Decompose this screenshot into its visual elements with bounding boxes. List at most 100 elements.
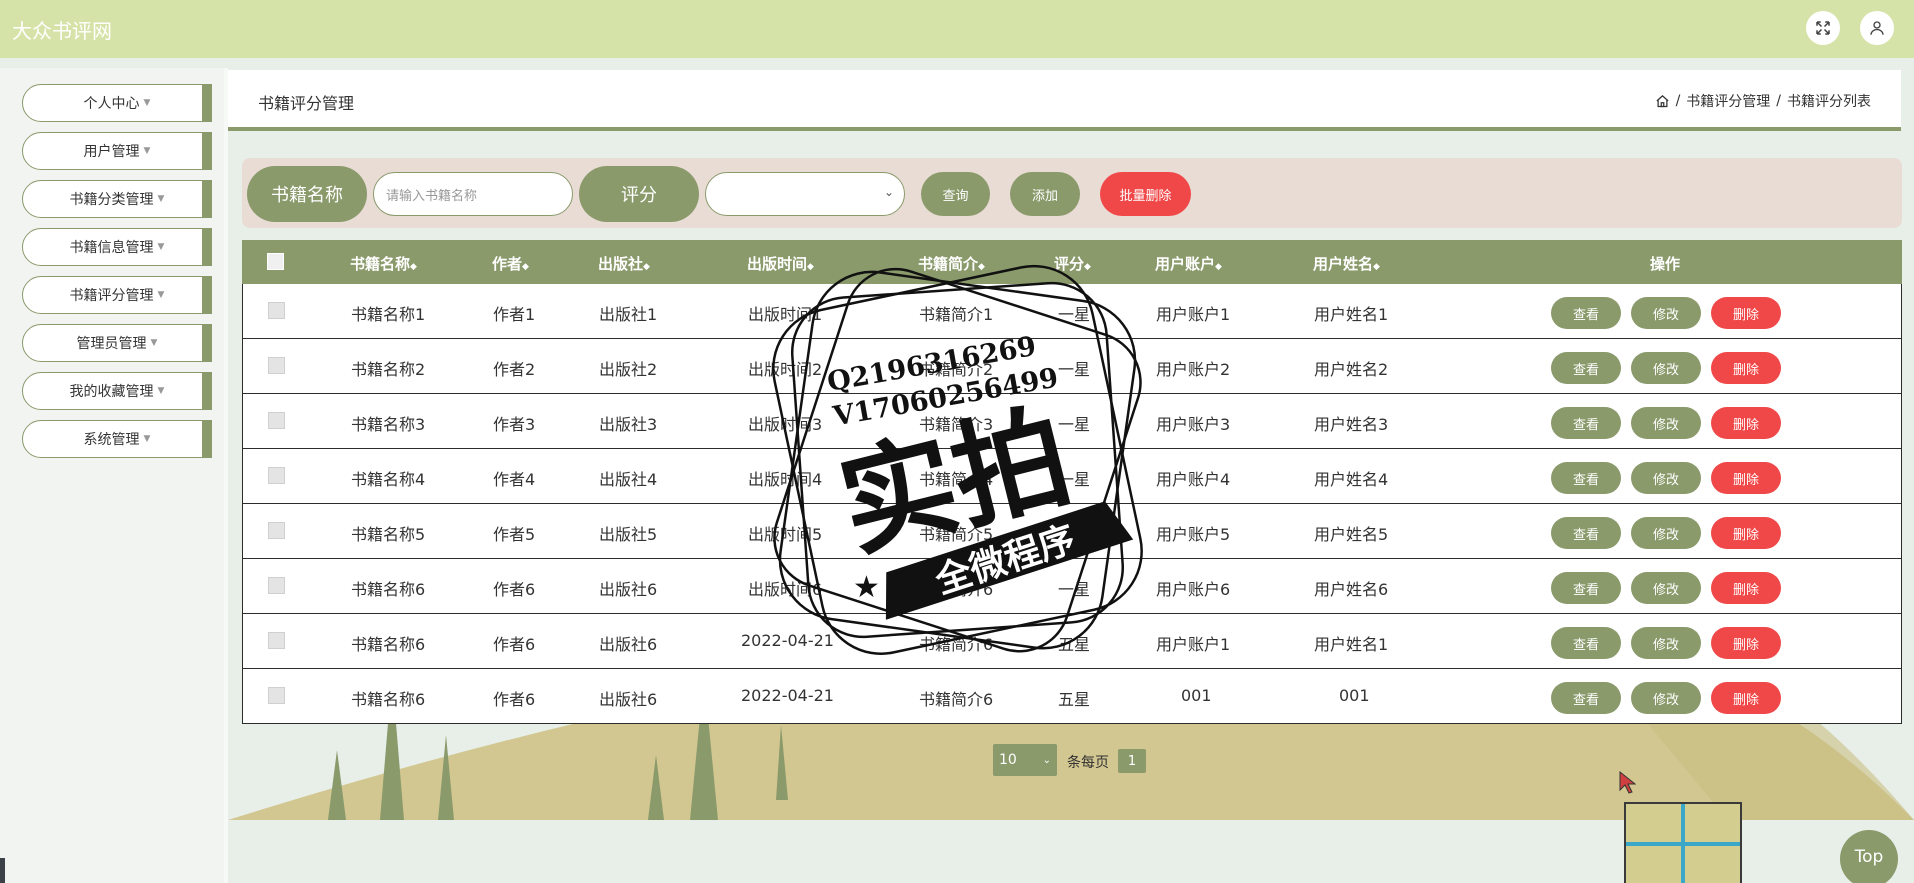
breadcrumb-separator: / [1776,93,1781,109]
breadcrumb-separator: / [1675,93,1681,109]
edit-button[interactable]: 修改 [1631,517,1701,549]
cell-book-name: 书籍名称2 [351,360,426,379]
edit-button[interactable]: 修改 [1631,297,1701,329]
row-checkbox[interactable] [268,632,285,649]
view-button[interactable]: 查看 [1551,517,1621,549]
delete-button[interactable]: 删除 [1711,572,1781,604]
table-row: 书籍名称4 作者4 出版社4 出版时间4 书籍简介4 一星 用户账户4 用户姓名4 查看 修改 删除 [242,449,1902,504]
cell-publish-time: 2022-04-21 [741,631,834,650]
back-to-top-button[interactable]: Top [1840,830,1898,883]
sidebar-item-personal-center[interactable]: 个人中心 ▼ [22,84,212,122]
book-name-input[interactable]: 请输入书籍名称 [373,172,573,216]
row-checkbox[interactable] [268,522,285,539]
sidebar-item-book-category[interactable]: 书籍分类管理 ▼ [22,180,212,218]
cell-publisher: 出版社5 [599,525,658,544]
cell-score: 一星 [1058,415,1091,434]
cell-account: 用户账户1 [1156,635,1231,654]
batch-delete-button[interactable]: 批量删除 [1100,172,1191,216]
cell-account: 001 [1181,686,1212,705]
cell-publisher: 出版社3 [599,415,658,434]
cell-intro: 书籍简介6 [919,635,994,654]
cell-score: 五星 [1058,690,1091,709]
edit-button[interactable]: 修改 [1631,682,1701,714]
column-header[interactable]: 用户账户◆ [1155,253,1222,274]
column-header[interactable]: 作者◆ [492,253,529,274]
table-row: 书籍名称6 作者6 出版社6 出版时间6 书籍简介6 一星 用户账户6 用户姓名6 查看 修改 删除 [242,559,1902,614]
delete-button[interactable]: 删除 [1711,407,1781,439]
sidebar-item-user-management[interactable]: 用户管理 ▼ [22,132,212,170]
sidebar-item-book-info[interactable]: 书籍信息管理 ▼ [22,228,212,266]
user-icon[interactable] [1860,11,1894,45]
delete-button[interactable]: 删除 [1711,352,1781,384]
sort-icon: ◆ [643,262,650,272]
row-checkbox[interactable] [268,687,285,704]
edit-button[interactable]: 修改 [1631,627,1701,659]
row-checkbox[interactable] [268,467,285,484]
cell-score: 一星 [1058,360,1091,379]
add-button[interactable]: 添加 [1010,172,1080,216]
delete-button[interactable]: 删除 [1711,627,1781,659]
column-header[interactable]: 用户姓名◆ [1313,253,1380,274]
view-button[interactable]: 查看 [1551,297,1621,329]
view-button[interactable]: 查看 [1551,352,1621,384]
select-all-checkbox[interactable] [267,253,284,270]
cell-book-name: 书籍名称6 [351,690,426,709]
page-size-select[interactable]: 10 ⌄ [993,744,1057,776]
app-title: 大众书评网 [12,19,112,43]
row-checkbox[interactable] [268,412,285,429]
view-button[interactable]: 查看 [1551,407,1621,439]
edit-button[interactable]: 修改 [1631,462,1701,494]
column-header[interactable]: 书籍简介◆ [918,253,985,274]
cell-account: 用户账户5 [1156,525,1231,544]
scroll-edge [0,858,5,883]
cell-book-name: 书籍名称3 [351,415,426,434]
cell-username: 用户姓名2 [1314,360,1389,379]
view-button[interactable]: 查看 [1551,682,1621,714]
column-header[interactable]: 评分◆ [1054,253,1091,274]
edit-button[interactable]: 修改 [1631,352,1701,384]
table-body: 书籍名称1 作者1 出版社1 出版时间1 书籍简介1 一星 用户账户1 用户姓名1 查看 修改 删除… [242,284,1902,724]
row-checkbox[interactable] [268,577,285,594]
cell-book-name: 书籍名称6 [351,635,426,654]
cell-book-name: 书籍名称4 [351,470,426,489]
column-header[interactable]: 出版社◆ [598,253,650,274]
delete-button[interactable]: 删除 [1711,682,1781,714]
sort-icon: ◆ [1215,262,1222,272]
view-button[interactable]: 查看 [1551,462,1621,494]
sidebar-item-admin[interactable]: 管理员管理 ▼ [22,324,212,362]
sidebar-item-book-rating[interactable]: 书籍评分管理 ▼ [22,276,212,314]
chevron-down-icon: ▼ [150,338,158,348]
edit-button[interactable]: 修改 [1631,572,1701,604]
cell-score: 一星 [1058,580,1091,599]
breadcrumb-item[interactable]: 书籍评分管理 [1686,91,1770,111]
edit-button[interactable]: 修改 [1631,407,1701,439]
view-button[interactable]: 查看 [1551,627,1621,659]
query-button[interactable]: 查询 [921,172,990,216]
home-icon[interactable] [1655,94,1670,109]
column-header[interactable]: 出版时间◆ [747,253,814,274]
delete-button[interactable]: 删除 [1711,297,1781,329]
row-checkbox[interactable] [268,302,285,319]
cell-author: 作者6 [493,580,536,599]
sidebar-item-label: 个人中心 [83,96,140,112]
cell-username: 用户姓名6 [1314,580,1389,599]
current-page-button[interactable]: 1 [1118,749,1146,773]
cell-account: 用户账户3 [1156,415,1231,434]
delete-button[interactable]: 删除 [1711,462,1781,494]
breadcrumb: / 书籍评分管理 / 书籍评分列表 [1655,91,1871,111]
score-select[interactable]: ⌄ [705,172,905,216]
view-button[interactable]: 查看 [1551,572,1621,604]
row-checkbox[interactable] [268,357,285,374]
delete-button[interactable]: 删除 [1711,517,1781,549]
ratings-table: 书籍名称◆ 作者◆ 出版社◆ 出版时间◆ 书籍简介◆ 评分◆ 用户账户◆ 用户姓… [242,240,1902,724]
cell-score: 五星 [1058,635,1091,654]
cell-publisher: 出版社4 [599,470,658,489]
table-row: 书籍名称6 作者6 出版社6 2022-04-21 书籍简介6 五星 用户账户1 用户姓名1 查… [242,614,1902,669]
cell-book-name: 书籍名称6 [351,580,426,599]
sidebar-item-favorites[interactable]: 我的收藏管理 ▼ [22,372,212,410]
sidebar-item-label: 书籍信息管理 [69,240,154,256]
fullscreen-icon[interactable] [1806,11,1840,45]
column-header[interactable]: 书籍名称◆ [350,253,417,274]
sidebar-item-system[interactable]: 系统管理 ▼ [22,420,212,458]
cell-author: 作者6 [493,635,536,654]
